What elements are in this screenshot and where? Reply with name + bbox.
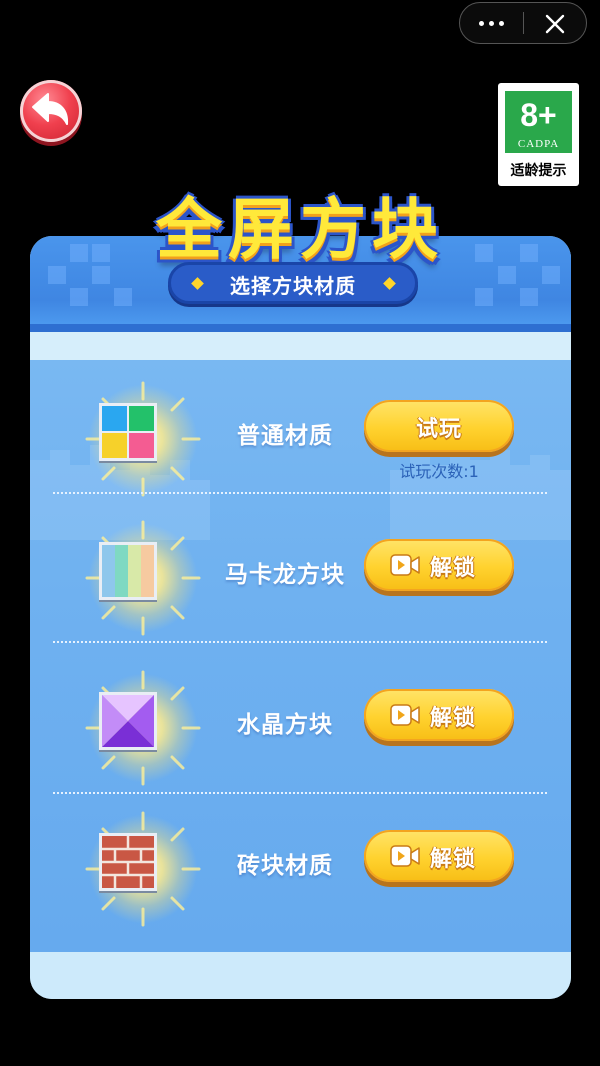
unlock-button[interactable]: 解锁: [364, 689, 514, 741]
back-button[interactable]: [20, 80, 82, 142]
panel-header-edge: [30, 324, 571, 332]
back-arrow-icon: [32, 93, 69, 125]
row-divider: [53, 492, 547, 494]
brick-block-icon: [99, 833, 157, 891]
more-dots-icon[interactable]: [460, 3, 523, 43]
material-row: 砖块材质 解锁: [30, 811, 571, 968]
trial-count-text: 试玩次数:1: [399, 462, 479, 481]
unlock-button[interactable]: 解锁: [364, 830, 514, 882]
unlock-button[interactable]: 解锁: [364, 539, 514, 591]
age-rating-badge: 8+ CADPA 适龄提示: [498, 83, 579, 186]
material-name: 马卡龙方块: [225, 562, 345, 588]
material-name: 水晶方块: [237, 712, 333, 738]
panel-strip: [30, 332, 571, 360]
unlock-button-label: 解锁: [430, 706, 477, 731]
macaron-block-icon: [99, 542, 157, 600]
age-rating-box: 8+ CADPA: [505, 91, 572, 153]
unlock-button-label: 解锁: [430, 847, 477, 872]
material-name: 普通材质: [237, 423, 333, 449]
try-button-label: 试玩: [415, 417, 462, 442]
page-title: 全屏方块: [156, 191, 444, 268]
close-icon[interactable]: [524, 3, 586, 43]
unlock-button-label: 解锁: [430, 556, 477, 581]
material-name: 砖块材质: [237, 853, 333, 879]
row-divider: [53, 641, 547, 643]
crystal-block-icon: [99, 692, 157, 750]
age-rating-org: CADPA: [517, 138, 560, 150]
four-color-block-icon: [99, 403, 157, 461]
subtitle-pill: 选择方块材质: [168, 262, 418, 304]
mini-program-capsule: [459, 2, 587, 44]
age-rating-number: 8+: [520, 97, 557, 133]
row-divider: [53, 792, 547, 794]
page-subtitle: 选择方块材质: [230, 274, 356, 298]
material-row: 水晶方块 解锁: [30, 670, 571, 827]
material-row: 普通材质 试玩 试玩次数:1: [30, 381, 571, 538]
material-row: 马卡龙方块 解锁: [30, 520, 571, 677]
try-button[interactable]: 试玩: [364, 400, 514, 452]
